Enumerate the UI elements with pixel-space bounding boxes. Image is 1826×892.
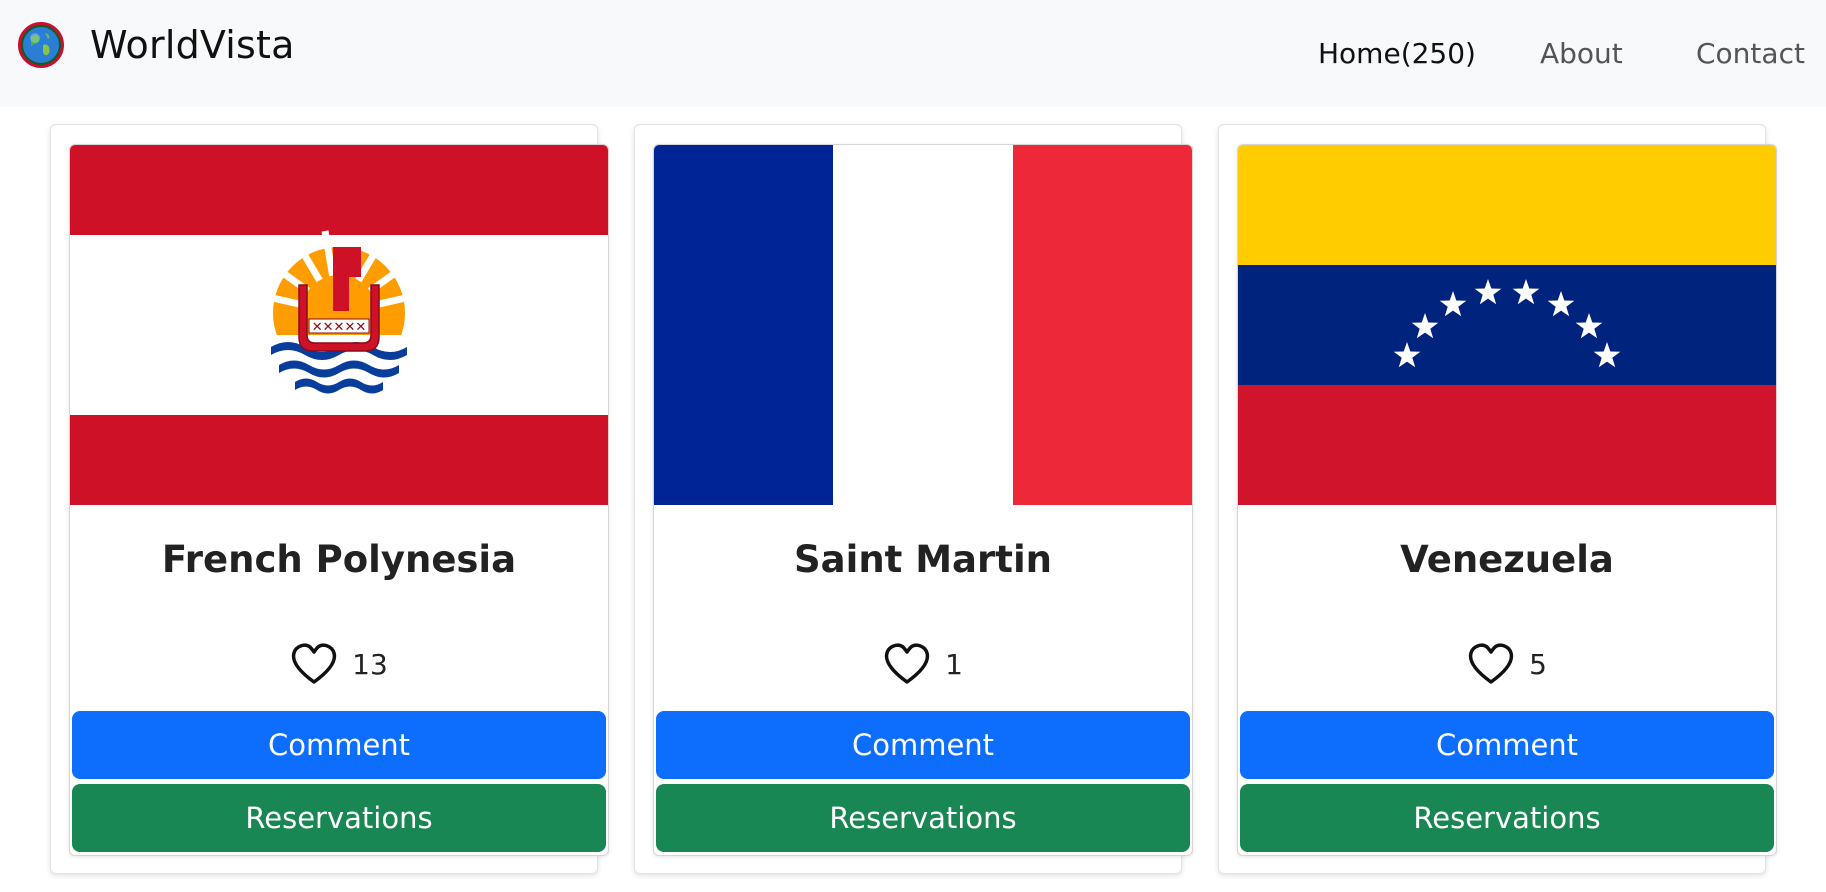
country-card: ✕✕✕✕✕ French Polynesia 13 Comment Reserv… <box>69 144 609 856</box>
country-name: Saint Martin <box>794 538 1052 581</box>
comment-button[interactable]: Comment <box>656 711 1190 779</box>
reservations-button[interactable]: Reservations <box>72 784 606 852</box>
like-count: 5 <box>1529 647 1547 681</box>
heart-icon[interactable] <box>883 642 931 686</box>
country-name: Venezuela <box>1400 538 1614 581</box>
venezuela-flag <box>1238 145 1776 505</box>
brand[interactable]: WorldVista <box>18 22 295 68</box>
nav-about-link[interactable]: About <box>1540 37 1623 70</box>
country-card-wrapper: ✕✕✕✕✕ French Polynesia 13 Comment Reserv… <box>50 124 609 874</box>
reservations-button[interactable]: Reservations <box>656 784 1190 852</box>
likes: 1 <box>654 642 1192 686</box>
country-card-wrapper: Saint Martin 1 Comment Reservations <box>634 124 1193 874</box>
comment-button[interactable]: Comment <box>1240 711 1774 779</box>
heart-icon[interactable] <box>290 642 338 686</box>
french-polynesia-flag: ✕✕✕✕✕ <box>70 145 608 505</box>
comment-button[interactable]: Comment <box>72 711 606 779</box>
nav-contact-link[interactable]: Contact <box>1696 37 1805 70</box>
navbar: WorldVista Home(250) About Contact <box>0 0 1826 107</box>
nav-home-link[interactable]: Home(250) <box>1318 37 1476 70</box>
likes: 5 <box>1238 642 1776 686</box>
country-card-wrapper: Venezuela 5 Comment Reservations <box>1218 124 1777 874</box>
like-count: 13 <box>352 647 388 681</box>
like-count: 1 <box>945 647 963 681</box>
saint-martin-flag <box>654 145 1192 505</box>
svg-text:✕✕✕✕✕: ✕✕✕✕✕ <box>312 320 366 335</box>
country-card: Saint Martin 1 Comment Reservations <box>653 144 1193 856</box>
reservations-button[interactable]: Reservations <box>1240 784 1774 852</box>
globe-icon <box>18 22 64 68</box>
country-card: Venezuela 5 Comment Reservations <box>1237 144 1777 856</box>
heart-icon[interactable] <box>1467 642 1515 686</box>
country-name: French Polynesia <box>161 538 517 581</box>
brand-name: WorldVista <box>90 23 295 67</box>
likes: 13 <box>70 642 608 686</box>
